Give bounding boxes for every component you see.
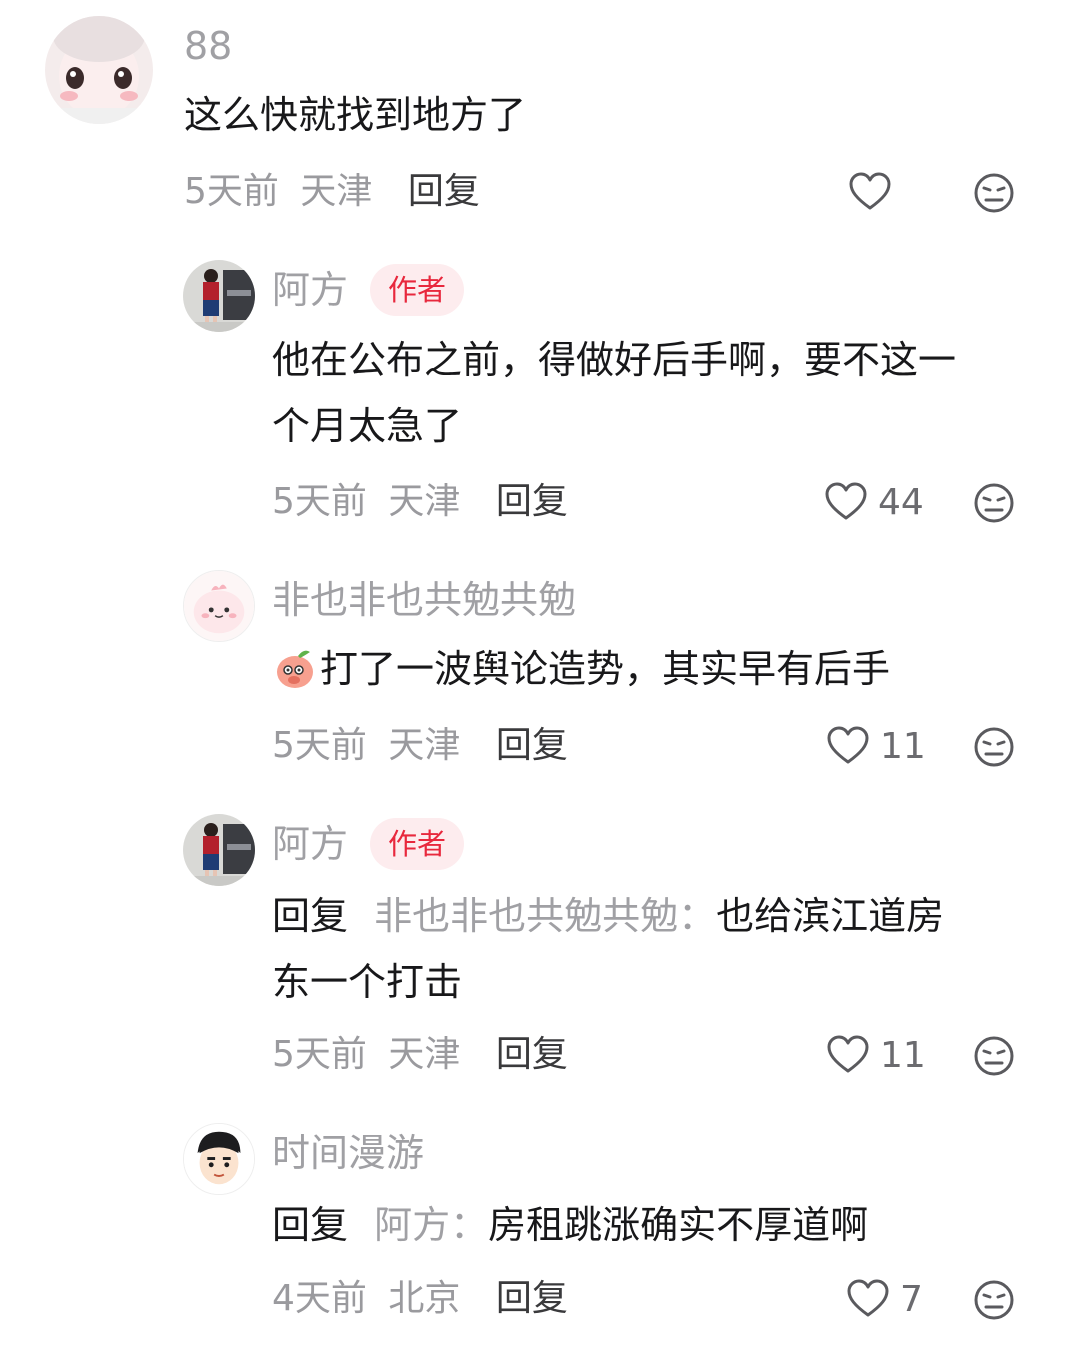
comment-text-line: 东一个打击 — [272, 960, 463, 1004]
comment-text: 他在公布之前，得做好后手啊，要不这一 个月太急了 — [272, 327, 956, 459]
comment-time: 4天前 — [272, 1278, 367, 1319]
like-button[interactable]: 7 — [846, 1278, 923, 1322]
avatar[interactable] — [183, 814, 255, 886]
comment-location: 天津 — [388, 725, 461, 766]
reply-button[interactable]: 回复 — [408, 171, 480, 212]
comment-location: 天津 — [388, 1034, 461, 1075]
like-count: 11 — [880, 1035, 926, 1076]
unhappy-face-icon — [973, 482, 1015, 524]
author-badge: 作者 — [370, 264, 464, 316]
comment-text-line: 回复 非也非也共勉共勉：也给滨江道房 — [272, 883, 944, 949]
comment-meta: 4天前 北京 回复 — [272, 1281, 568, 1317]
avatar[interactable] — [183, 260, 255, 332]
mention-link[interactable]: 阿方： — [374, 1203, 488, 1247]
comment-location: 天津 — [388, 481, 461, 522]
author-badge: 作者 — [370, 818, 464, 870]
comment-meta: 5天前 天津 回复 — [272, 1037, 568, 1073]
reply-button[interactable]: 回复 — [496, 1034, 568, 1075]
heart-icon — [846, 1278, 890, 1322]
comment-text-content: 房租跳涨确实不厚道啊 — [488, 1203, 869, 1247]
username[interactable]: 非也非也共勉共勉 — [272, 581, 576, 619]
comment-text-content: 打了一波舆论造势，其实早有后手 — [320, 647, 891, 691]
heart-icon — [824, 481, 868, 525]
comment-meta: 5天前 天津 回复 — [272, 728, 568, 764]
like-button[interactable] — [848, 171, 902, 215]
dislike-button[interactable] — [973, 726, 1015, 768]
reply-button[interactable]: 回复 — [496, 725, 568, 766]
comment-text: 这么快就找到地方了 — [184, 93, 527, 137]
comment-location: 天津 — [300, 171, 373, 212]
like-count: 7 — [900, 1279, 923, 1320]
dislike-button[interactable] — [973, 172, 1015, 214]
username[interactable]: 阿方 — [272, 825, 348, 863]
dislike-button[interactable] — [973, 482, 1015, 524]
comment-time: 5天前 — [272, 725, 367, 766]
reply-prefix: 回复 — [272, 1203, 349, 1247]
avatar[interactable] — [183, 1123, 255, 1195]
comment-meta: 5天前 天津 回复 — [184, 174, 480, 210]
unhappy-face-icon — [973, 1279, 1015, 1321]
avatar[interactable] — [45, 16, 153, 124]
heart-icon — [826, 725, 870, 769]
like-count: 11 — [880, 726, 926, 767]
username[interactable]: 88 — [184, 27, 232, 65]
heart-icon — [826, 1034, 870, 1078]
reply-button[interactable]: 回复 — [496, 481, 568, 522]
avatar[interactable] — [183, 570, 255, 642]
comment-text-line: 个月太急了 — [272, 404, 463, 448]
reply-prefix: 回复 — [272, 894, 349, 938]
dislike-button[interactable] — [973, 1035, 1015, 1077]
like-count: 44 — [878, 482, 924, 523]
comment-time: 5天前 — [272, 481, 367, 522]
reply-button[interactable]: 回复 — [496, 1278, 568, 1319]
comment-text: 回复 阿方：房租跳涨确实不厚道啊 — [272, 1192, 868, 1258]
comment-text-content: 也给滨江道房 — [716, 894, 945, 938]
like-button[interactable]: 44 — [824, 481, 924, 525]
username[interactable]: 时间漫游 — [272, 1134, 424, 1172]
like-button[interactable]: 11 — [826, 1034, 926, 1078]
comment-meta: 5天前 天津 回复 — [272, 484, 568, 520]
mention-link[interactable]: 非也非也共勉共勉： — [374, 894, 716, 938]
heart-icon — [848, 171, 892, 215]
comment-text: 打了一波舆论造势，其实早有后手 — [272, 636, 890, 702]
dislike-button[interactable] — [973, 1279, 1015, 1321]
peach-face-emoji — [272, 644, 318, 690]
unhappy-face-icon — [973, 726, 1015, 768]
comment-location: 北京 — [388, 1278, 461, 1319]
username[interactable]: 阿方 — [272, 271, 348, 309]
like-button[interactable]: 11 — [826, 725, 926, 769]
comment-time: 5天前 — [184, 171, 279, 212]
unhappy-face-icon — [973, 1035, 1015, 1077]
comment-time: 5天前 — [272, 1034, 367, 1075]
comment-text-line: 他在公布之前，得做好后手啊，要不这一 — [272, 338, 957, 382]
comment-text: 回复 非也非也共勉共勉：也给滨江道房 东一个打击 — [272, 883, 944, 1015]
unhappy-face-icon — [973, 172, 1015, 214]
